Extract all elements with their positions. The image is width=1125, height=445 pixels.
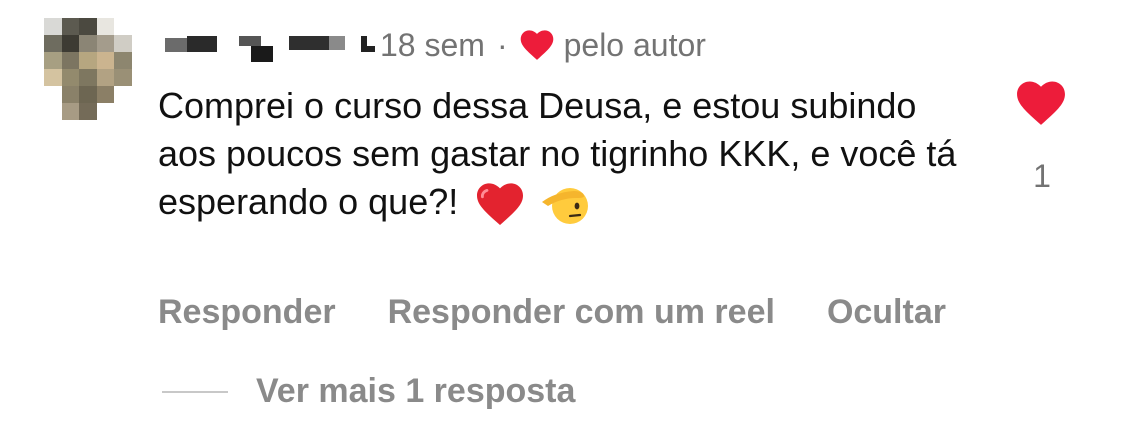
replies-divider <box>162 390 228 393</box>
avatar[interactable] <box>44 18 132 120</box>
timestamp: 18 sem <box>380 26 485 63</box>
view-more-replies-button[interactable]: Ver mais 1 resposta <box>256 372 575 411</box>
reply-button[interactable]: Responder <box>158 293 336 332</box>
view-replies-row[interactable]: Ver mais 1 resposta <box>162 372 575 411</box>
like-count: 1 <box>1033 158 1051 194</box>
heart-icon <box>520 30 553 60</box>
red-heart-emoji <box>477 183 524 226</box>
comment-meta: 18 sem · pelo autor <box>380 22 706 68</box>
separator: · <box>496 26 508 63</box>
hide-button[interactable]: Ocultar <box>827 293 946 332</box>
saluting-face-emoji <box>542 188 589 225</box>
comment-body: Comprei o curso dessa Deusa, e estou sub… <box>158 82 958 226</box>
username-redacted[interactable] <box>165 30 375 70</box>
reply-with-reel-button[interactable]: Responder com um reel <box>388 293 775 332</box>
liked-by-author-label: pelo autor <box>563 26 706 63</box>
like-heart-icon[interactable] <box>1016 80 1066 126</box>
comment-actions: Responder Responder com um reel Ocultar <box>158 293 998 332</box>
